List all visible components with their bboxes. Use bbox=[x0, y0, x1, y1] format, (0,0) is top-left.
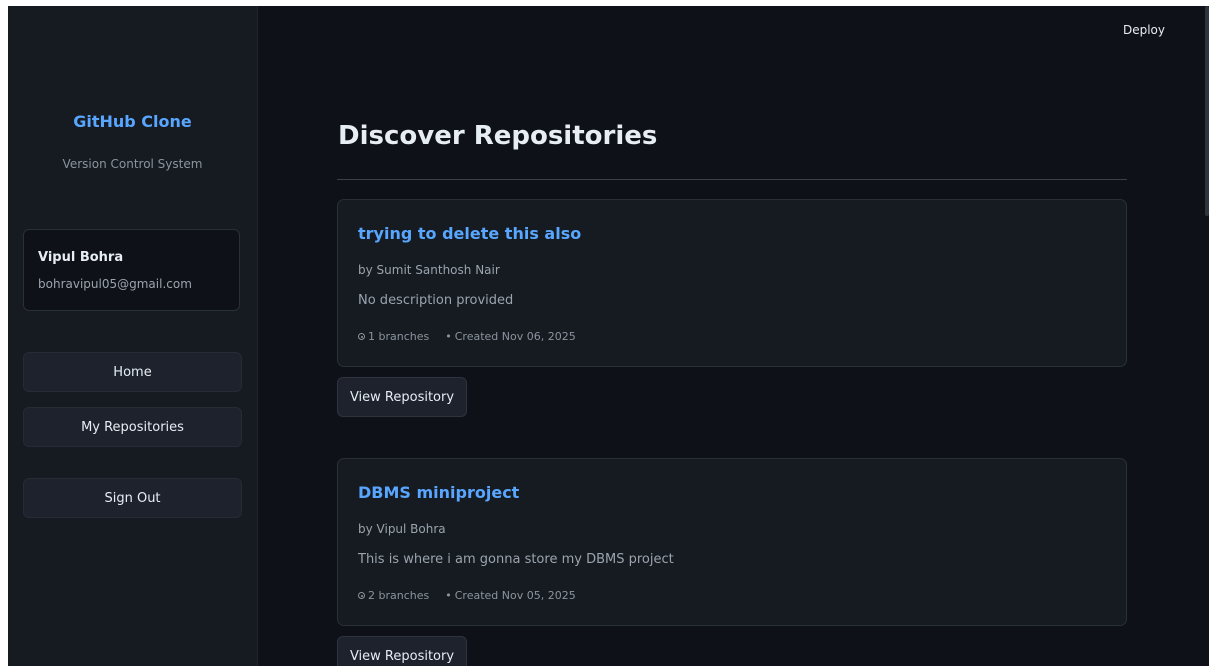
repo-author: by Sumit Santhosh Nair bbox=[358, 263, 500, 277]
user-card: Vipul Bohra bohravipul05@gmail.com bbox=[23, 229, 240, 311]
page-title: Discover Repositories bbox=[338, 121, 658, 151]
branch-icon bbox=[358, 333, 365, 340]
title-divider bbox=[337, 179, 1127, 180]
separator-dot: • bbox=[445, 589, 452, 602]
view-repository-button[interactable]: View Repository bbox=[337, 377, 467, 417]
separator-dot: • bbox=[445, 330, 452, 343]
brand-subtitle: Version Control System bbox=[62, 157, 203, 171]
repo-created: Created Nov 05, 2025 bbox=[454, 589, 576, 602]
sign-out-button[interactable]: Sign Out bbox=[23, 478, 242, 518]
my-repositories-button[interactable]: My Repositories bbox=[23, 407, 242, 447]
repo-branches: 2 branches bbox=[368, 589, 430, 602]
scrollbar[interactable] bbox=[1203, 6, 1209, 666]
repo-meta: 1 branches • Created Nov 06, 2025 bbox=[358, 330, 576, 343]
repo-created: Created Nov 06, 2025 bbox=[454, 330, 576, 343]
repo-description: No description provided bbox=[358, 293, 514, 308]
repo-card: trying to delete this also by Sumit Sant… bbox=[337, 199, 1127, 367]
user-name: Vipul Bohra bbox=[38, 250, 124, 265]
sidebar: GitHub Clone Version Control System Vipu… bbox=[8, 6, 258, 666]
repo-branches: 1 branches bbox=[368, 330, 430, 343]
home-button[interactable]: Home bbox=[23, 352, 242, 392]
repo-name-link[interactable]: trying to delete this also bbox=[358, 224, 581, 243]
repo-card: DBMS miniproject by Vipul Bohra This is … bbox=[337, 458, 1127, 626]
scrollbar-thumb[interactable] bbox=[1205, 6, 1209, 216]
repo-author: by Vipul Bohra bbox=[358, 522, 446, 536]
view-repository-button[interactable]: View Repository bbox=[337, 636, 467, 666]
repo-description: This is where i am gonna store my DBMS p… bbox=[358, 552, 674, 567]
user-email: bohravipul05@gmail.com bbox=[38, 277, 192, 291]
branch-icon bbox=[358, 592, 365, 599]
deploy-button[interactable]: Deploy bbox=[1123, 23, 1165, 37]
brand-title: GitHub Clone bbox=[73, 112, 192, 131]
repo-meta: 2 branches • Created Nov 05, 2025 bbox=[358, 589, 576, 602]
repo-name-link[interactable]: DBMS miniproject bbox=[358, 483, 519, 502]
app-window: GitHub Clone Version Control System Vipu… bbox=[8, 6, 1209, 666]
